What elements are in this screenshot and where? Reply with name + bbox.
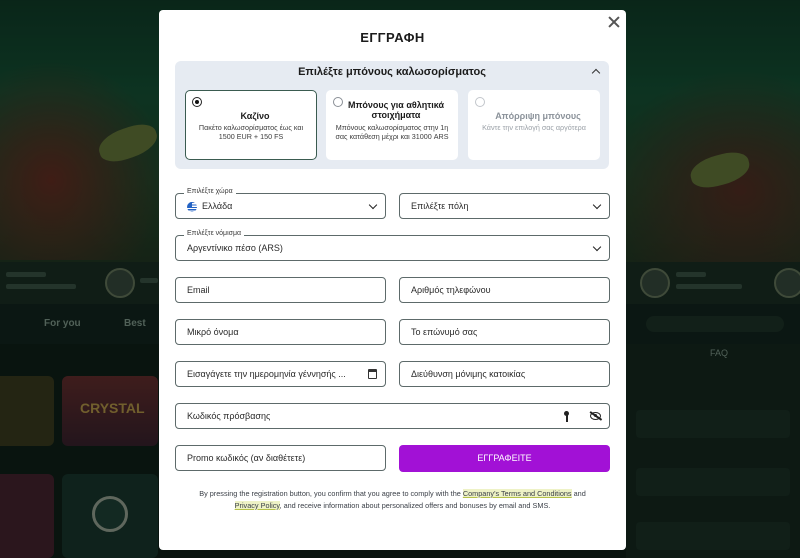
chevron-down-icon [592,242,602,252]
key-icon[interactable] [563,411,571,423]
register-button[interactable]: ΕΓΓΡΑΦΕΙΤΕ [399,445,610,472]
close-icon[interactable] [608,16,620,28]
bonus-option-decline[interactable]: Απόρριψη μπόνους Κάντε την επιλογή σας α… [468,90,600,160]
birthdate-field[interactable]: Εισαγάγετε την ημερομηνία γέννησής ... [175,361,386,387]
terms-link[interactable]: Company's Terms and Conditions [462,489,572,498]
terms-after: , and receive information about personal… [279,500,551,510]
chevron-down-icon [368,200,378,210]
password-placeholder: Κωδικός πρόσβασης [187,411,271,421]
terms-text: By pressing the registration button, you… [175,488,610,511]
currency-value: Αργεντίνικο πέσο (ARS) [187,243,283,253]
country-label: Επιλέξτε χώρα [184,188,236,195]
phone-placeholder: Αριθμός τηλεφώνου [411,285,491,295]
bonus-option-desc: Πακέτο καλωσορίσματος έως και 1500 EUR +… [198,123,304,141]
city-select[interactable]: Επιλέξτε πόλη [399,193,610,219]
email-field[interactable]: Email [175,277,386,303]
bonus-option-desc: Μπόνους καλωσορίσματος στην 1η σας κατάθ… [335,123,449,141]
radio-selected-icon[interactable] [192,97,202,107]
currency-label: Επιλέξτε νόμισμα [184,230,245,237]
terms-before: By pressing the registration button, you… [199,489,463,498]
promo-code-field[interactable]: Promo κωδικός (αν διαθέτετε) [175,445,386,471]
email-placeholder: Email [187,285,210,295]
calendar-icon[interactable] [368,369,377,379]
greece-flag-icon [187,202,197,212]
privacy-link[interactable]: Privacy Policy [234,500,280,510]
bonus-option-title: Μπόνους για αθλητικά στοιχήματα [347,100,445,120]
address-field[interactable]: Διεύθυνση μόνιμης κατοικίας [399,361,610,387]
eye-off-icon[interactable] [590,412,601,420]
first-name-field[interactable]: Μικρό όνομα [175,319,386,345]
bonus-selector: Επιλέξτε μπόνους καλωσορίσματος Καζίνο Π… [175,61,609,169]
bonus-option-casino[interactable]: Καζίνο Πακέτο καλωσορίσματος έως και 150… [185,90,317,160]
radio-icon[interactable] [475,97,485,107]
last-name-placeholder: Το επώνυμό σας [411,327,478,337]
bonus-option-title: Καζίνο [240,111,270,121]
bonus-option-desc: Κάντε την επιλογή σας αργότερα [482,123,586,132]
chevron-down-icon [592,200,602,210]
phone-field[interactable]: Αριθμός τηλεφώνου [399,277,610,303]
modal-title: ΕΓΓΡΑΦΗ [360,30,425,45]
bonus-header[interactable]: Επιλέξτε μπόνους καλωσορίσματος [175,66,609,78]
birthdate-placeholder: Εισαγάγετε την ημερομηνία γέννησής ... [187,369,346,379]
bonus-option-title: Απόρριψη μπόνους [495,111,581,121]
first-name-placeholder: Μικρό όνομα [187,327,239,337]
terms-middle: and [571,489,586,498]
bonus-option-sports[interactable]: Μπόνους για αθλητικά στοιχήματα Μπόνους … [326,90,458,160]
currency-select[interactable]: Επιλέξτε νόμισμα Αργεντίνικο πέσο (ARS) [175,230,610,261]
promo-placeholder: Promo κωδικός (αν διαθέτετε) [187,453,306,463]
country-select[interactable]: Επιλέξτε χώρα Ελλάδα [175,188,386,219]
country-value: Ελλάδα [202,201,233,211]
last-name-field[interactable]: Το επώνυμό σας [399,319,610,345]
password-field[interactable]: Κωδικός πρόσβασης [175,403,610,429]
address-placeholder: Διεύθυνση μόνιμης κατοικίας [411,369,526,379]
city-placeholder: Επιλέξτε πόλη [411,201,469,211]
